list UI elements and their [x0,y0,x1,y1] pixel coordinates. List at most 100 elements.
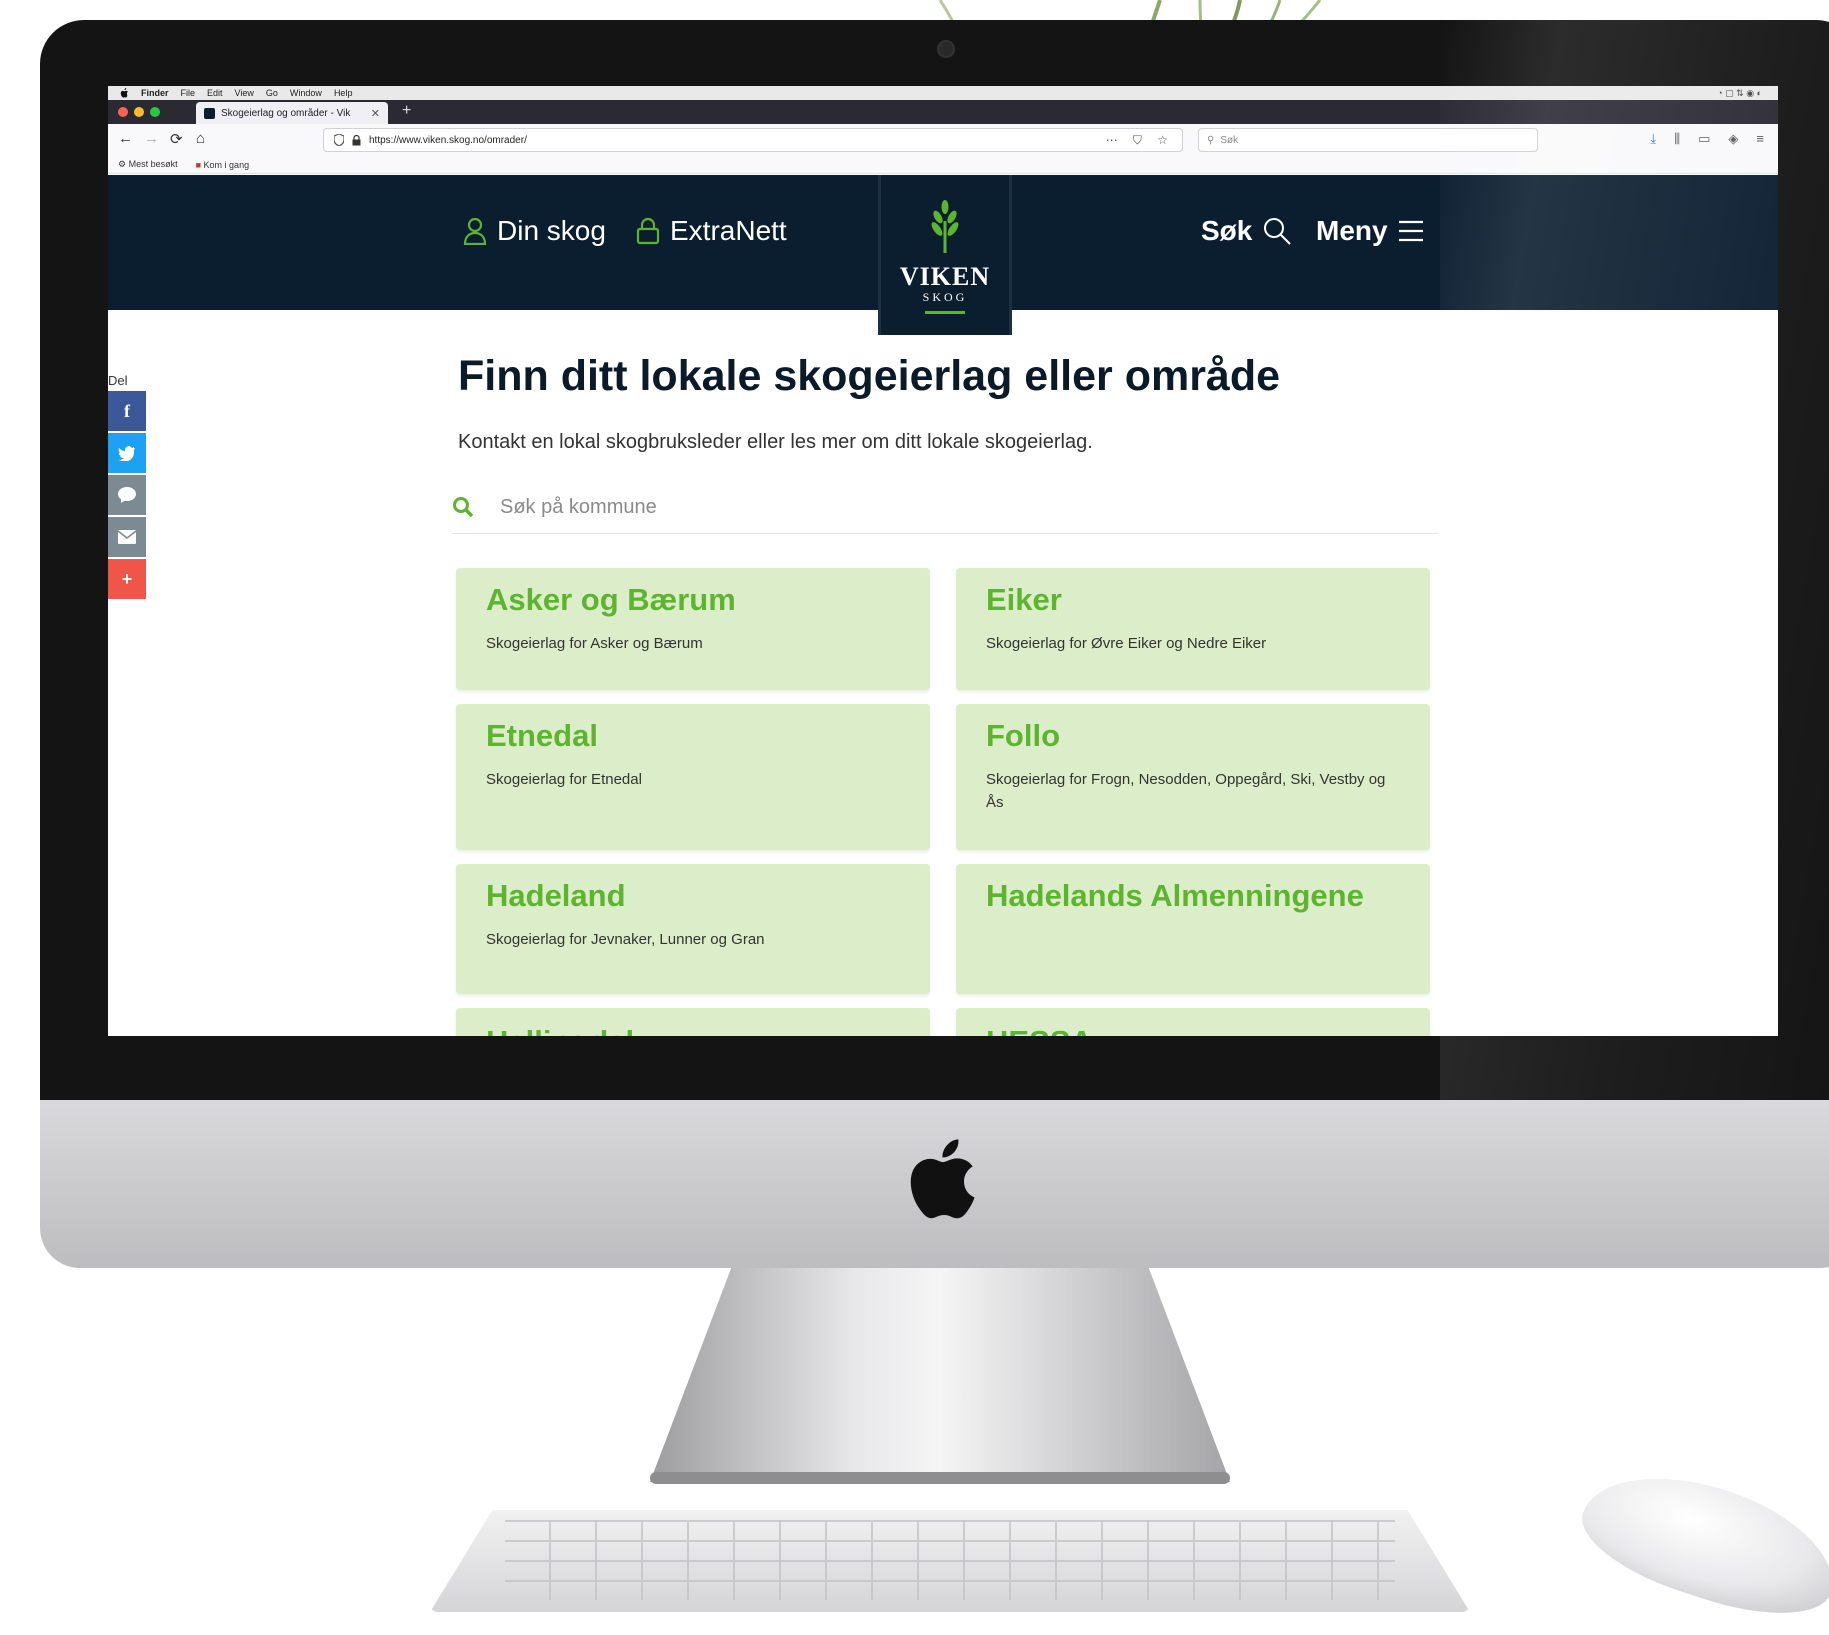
area-card-description: Skogeierlag for Jevnaker, Lunner og Gran [486,931,765,948]
area-card[interactable]: Eiker Skogeierlag for Øvre Eiker og Nedr… [956,568,1430,690]
secure-lock-icon [352,134,361,145]
area-card[interactable]: Hadeland Skogeierlag for Jevnaker, Lunne… [456,864,930,994]
url-text: https://www.viken.skog.no/omrader/ [369,134,527,146]
share-label: Del [108,373,128,388]
menubar-status-icons: ◔ ▢ ⇅ ◉ ◐ [1717,87,1762,98]
lock-icon [636,217,660,245]
minimize-window-button[interactable] [134,107,144,117]
imac-stand-foot [650,1472,1230,1484]
menubar-item[interactable]: Help [334,88,353,98]
search-label: Søk [1201,215,1253,246]
close-tab-icon[interactable]: ✕ [371,107,380,120]
bookmark-label: Mest besøkt [128,159,178,169]
area-card-description: Skogeierlag for Øvre Eiker og Nedre Eike… [986,635,1267,652]
hamburger-icon [1398,220,1423,242]
area-card[interactable]: Hadelands Almenningene [956,864,1430,994]
reload-button[interactable]: ⟳ [170,130,183,148]
menubar-item[interactable]: Go [266,88,278,98]
apple-menu-icon[interactable] [120,88,129,98]
toolbar-right: ⤓ ⫼ ▭ ◈ ≡ [1650,131,1764,147]
browser-navbar: ← → ⟳ ⌂ https://www.viken.skog.no/omrade… [108,124,1778,157]
email-share-button[interactable] [108,517,146,557]
search-icon [453,497,474,518]
area-card-title: HESSA [986,1022,1400,1036]
area-card-description: Skogeierlag for Asker og Bærum [486,635,703,652]
area-card-title: Hadeland [486,878,626,913]
area-card[interactable]: Asker og Bærum Skogeierlag for Asker og … [456,568,930,690]
bookmark-item[interactable]: ⚙ Mest besøkt [118,159,178,170]
browser-tab[interactable]: Skogeierlag og områder - Vik ✕ [196,102,388,124]
page-actions-icons[interactable]: ⋯ ⛉ ☆ [1106,133,1174,148]
area-card-description: Skogeierlag for Etnedal [486,771,642,788]
twitter-share-button[interactable] [108,433,146,473]
page-title: Finn ditt lokale skogeierlag eller områd… [458,352,1281,400]
mac-menubar: Finder File Edit View Go Window Help ◔ ▢… [108,86,1778,100]
din-skog-label: Din skog [497,215,606,246]
magic-mouse [1569,1450,1829,1635]
search-icon: ⚲ [1207,134,1215,146]
area-card-title: Hadelands Almenningene [986,878,1364,913]
browser-search-field[interactable]: ⚲ Søk [1198,128,1538,152]
messenger-icon [118,487,136,503]
page-subtitle: Kontakt en lokal skogbruksleder eller le… [458,431,1093,453]
twitter-icon [118,445,135,461]
downloads-icon[interactable]: ⤓ [1650,131,1656,147]
keyboard-keys [505,1520,1395,1600]
site-logo[interactable]: VIKEN SKOG [878,175,1012,335]
back-button[interactable]: ← [118,130,133,147]
area-card[interactable]: HESSA [956,1008,1430,1036]
area-card-title: Asker og Bærum [486,582,736,617]
menubar-item[interactable]: File [181,88,196,98]
kommune-search [452,481,1438,534]
imac-stand [650,1268,1230,1482]
menubar-item[interactable]: Window [290,88,322,98]
area-card-title: Hallingdal [486,1022,900,1036]
bookmarks-bar: ⚙ Mest besøkt ■ Kom i gang [108,156,1778,174]
sidebar-icon[interactable]: ▭ [1698,131,1710,147]
area-card-title: Eiker [986,582,1062,617]
forward-button[interactable]: → [144,130,159,147]
menu-link[interactable]: Meny [1316,215,1424,247]
area-card-title: Follo [986,718,1061,753]
area-card[interactable]: Follo Skogeierlag for Frogn, Nesodden, O… [956,704,1430,850]
bookmark-item[interactable]: ■ Kom i gang [196,160,249,170]
new-tab-button[interactable]: + [402,102,411,120]
messenger-share-button[interactable] [108,475,146,515]
library-icon[interactable]: ⫼ [1674,131,1680,147]
logo-underline [925,311,965,314]
menubar-item[interactable]: View [235,88,254,98]
webcam [937,40,955,58]
area-card-title: Etnedal [486,718,598,753]
kommune-search-input[interactable] [498,494,1102,520]
tracking-shield-icon[interactable] [334,134,344,146]
tab-strip: Skogeierlag og områder - Vik ✕ + [108,100,1778,124]
extension-icon[interactable]: ◈ [1728,131,1738,147]
logo-name: VIKEN [899,262,991,291]
search-icon [1264,218,1292,245]
browser-search-placeholder: Søk [1220,134,1239,146]
menubar-item[interactable]: Edit [207,88,223,98]
facebook-share-button[interactable]: f [108,391,146,431]
favicon-icon [204,107,215,119]
apple-logo-icon [910,1139,975,1219]
screen: Finder File Edit View Go Window Help ◔ ▢… [108,86,1778,1036]
area-card[interactable]: Etnedal Skogeierlag for Etnedal [456,704,930,850]
area-card-description: Skogeierlag for Frogn, Nesodden, Oppegår… [986,771,1386,812]
bookmark-label: Kom i gang [203,159,250,170]
zoom-window-button[interactable] [150,107,160,117]
close-window-button[interactable] [118,107,128,117]
din-skog-link[interactable]: Din skog [463,215,606,247]
email-icon [118,530,136,544]
menubar-item[interactable]: Finder [141,88,169,98]
app-menu-icon[interactable]: ≡ [1756,131,1764,147]
home-button[interactable]: ⌂ [196,130,205,147]
url-bar[interactable]: https://www.viken.skog.no/omrader/ ⋯ ⛉ ☆ [323,128,1183,152]
more-share-button[interactable]: + [108,559,146,599]
logo-sub: SKOG [922,290,968,304]
person-icon [463,217,487,245]
extranett-link[interactable]: ExtraNett [636,215,787,247]
search-link[interactable]: Søk [1201,215,1292,247]
extranett-label: ExtraNett [670,215,787,246]
wheat-logo-icon [931,200,959,253]
area-card[interactable]: Hallingdal [456,1008,930,1036]
